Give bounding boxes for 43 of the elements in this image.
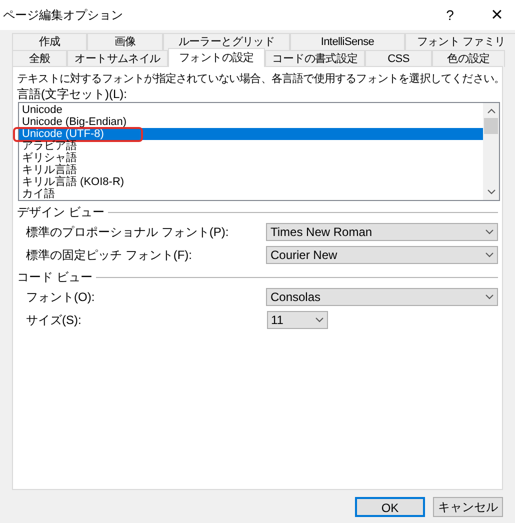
section-heading: デザイン ビュー <box>17 204 106 221</box>
font-dropdown[interactable]: 11 <box>267 310 328 328</box>
help-button[interactable]: ? <box>435 4 465 26</box>
list-item[interactable]: アラビア語 <box>19 140 483 152</box>
list-item[interactable]: キリル言語 <box>19 164 483 176</box>
tab[interactable]: フォント ファミリ <box>405 33 515 50</box>
scroll-down-icon[interactable] <box>486 189 496 195</box>
list-item[interactable]: ギリシャ語 <box>19 152 483 164</box>
section-heading: コード ビュー <box>17 269 94 286</box>
tab[interactable]: CSS <box>365 50 432 67</box>
tab[interactable]: フォントの設定 <box>168 48 265 67</box>
dialog-button[interactable]: キャンセル <box>433 497 503 517</box>
caret-icon <box>485 294 494 300</box>
tab[interactable]: IntelliSense <box>290 33 405 50</box>
field-label: 標準のプロポーショナル フォント(P): <box>26 224 230 240</box>
window-title: ページ編集オプション <box>3 7 124 24</box>
tab[interactable]: オートサムネイル <box>67 50 168 67</box>
tab[interactable]: コードの書式設定 <box>265 50 365 67</box>
field-label: フォント(O): <box>26 288 96 306</box>
dialog-button[interactable]: OK <box>355 497 425 517</box>
tab[interactable]: 全般 <box>12 50 67 67</box>
list-item[interactable]: キリル言語 (KOI8-R) <box>19 176 483 188</box>
list-item[interactable]: カイ語 <box>19 188 483 200</box>
font-dropdown[interactable]: Times New Roman <box>266 222 498 240</box>
tab[interactable]: 色の設定 <box>432 50 505 67</box>
list-item[interactable]: Unicode (Big-Endian) <box>19 116 483 128</box>
caret-icon <box>315 316 324 322</box>
scrollbar[interactable] <box>483 103 499 200</box>
field-label: サイズ(S): <box>26 312 82 328</box>
tab[interactable]: 作成 <box>12 33 87 50</box>
description-text: テキストに対するフォントが指定されていない場合、各言語で使用するフォントを選択してください。 <box>17 72 505 87</box>
caret-icon <box>485 252 494 258</box>
close-button[interactable]: × <box>479 0 515 30</box>
caret-icon <box>485 228 494 234</box>
tab[interactable]: ルーラーとグリッド <box>163 33 290 50</box>
tab[interactable]: 画像 <box>87 33 163 50</box>
scroll-up-icon[interactable] <box>486 108 496 114</box>
font-dropdown[interactable]: Consolas <box>266 288 498 306</box>
font-dropdown[interactable]: Courier New <box>266 246 498 264</box>
language-list-label: 言語(文字セット)(L): <box>17 87 128 102</box>
list-item[interactable]: Unicode <box>19 104 483 116</box>
field-label: 標準の固定ピッチ フォント(F): <box>26 246 193 264</box>
scroll-thumb[interactable] <box>484 118 498 134</box>
